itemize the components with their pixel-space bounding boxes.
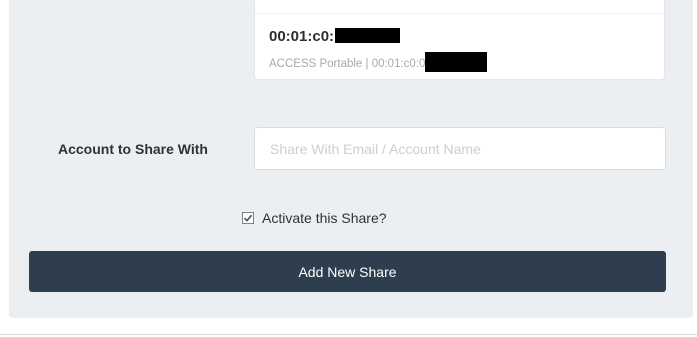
activate-share-row[interactable]: Activate this Share?	[242, 210, 387, 226]
share-account-input[interactable]	[254, 127, 666, 170]
card-divider	[255, 13, 664, 14]
device-subtitle-text: ACCESS Portable | 00:01:c0:0	[269, 58, 426, 70]
add-new-share-button[interactable]: Add New Share	[29, 251, 666, 292]
redaction-block	[425, 52, 488, 72]
account-label: Account to Share With	[58, 141, 208, 157]
activate-share-checkbox[interactable]	[242, 212, 254, 224]
checkmark-icon	[243, 214, 253, 222]
divider	[0, 334, 697, 335]
device-card[interactable]: 00:01:c0: ACCESS Portable | 00:01:c0:0	[254, 0, 665, 80]
device-id-text: 00:01:c0:	[269, 28, 335, 45]
activate-share-label: Activate this Share?	[262, 210, 387, 226]
page: 00:01:c0: ACCESS Portable | 00:01:c0:0 A…	[0, 0, 697, 337]
redaction-block	[335, 28, 401, 43]
device-id: 00:01:c0:	[269, 28, 401, 45]
device-subtitle: ACCESS Portable | 00:01:c0:0	[269, 52, 488, 72]
